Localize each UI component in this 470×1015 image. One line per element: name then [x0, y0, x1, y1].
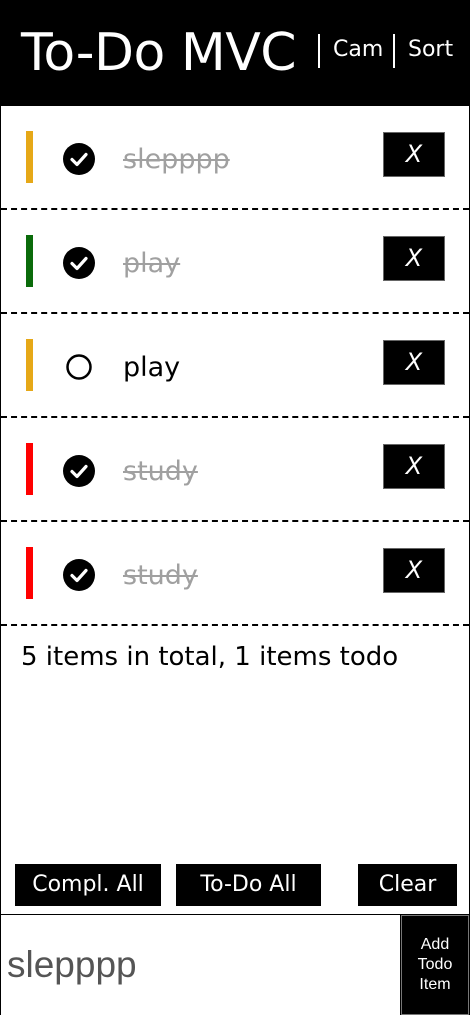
app-header: To-Do MVC Cam Sort [1, 0, 469, 106]
new-todo-bar: Add Todo Item [1, 914, 469, 1015]
add-todo-label-line: Todo [417, 956, 453, 973]
todo-item: play X [1, 210, 469, 314]
todo-item: play X [1, 314, 469, 418]
new-todo-input[interactable] [1, 915, 401, 1015]
todo-item: study X [1, 522, 469, 626]
todo-text[interactable]: play [123, 348, 180, 388]
priority-indicator [26, 547, 33, 599]
check-circle-icon[interactable] [63, 247, 95, 279]
header-divider [318, 34, 320, 68]
delete-button[interactable]: X [383, 340, 445, 385]
todo-list: slepppp X play X play X study X study X [1, 106, 469, 626]
delete-button[interactable]: X [383, 548, 445, 593]
clear-button[interactable]: Clear [358, 864, 457, 906]
priority-indicator [26, 443, 33, 495]
priority-indicator [26, 235, 33, 287]
check-circle-icon[interactable] [63, 455, 95, 487]
check-circle-icon[interactable] [63, 559, 95, 591]
cam-button[interactable]: Cam [333, 36, 383, 64]
todo-text[interactable]: study [123, 556, 198, 596]
todo-text[interactable]: play [123, 244, 180, 284]
priority-indicator [26, 131, 33, 183]
todo-text[interactable]: study [123, 452, 198, 492]
todo-item: slepppp X [1, 106, 469, 210]
delete-button[interactable]: X [383, 236, 445, 281]
add-todo-label: Add Todo Item [418, 935, 453, 995]
circle-outline-icon[interactable] [63, 351, 95, 383]
complete-all-button[interactable]: Compl. All [15, 864, 161, 906]
todo-text[interactable]: slepppp [123, 140, 230, 180]
sort-button[interactable]: Sort [408, 36, 453, 64]
items-summary: 5 items in total, 1 items todo [21, 642, 399, 672]
priority-indicator [26, 339, 33, 391]
page-title: To-Do MVC [21, 23, 297, 83]
check-circle-icon[interactable] [63, 143, 95, 175]
delete-button[interactable]: X [383, 444, 445, 489]
delete-button[interactable]: X [383, 132, 445, 177]
add-todo-button[interactable]: Add Todo Item [401, 915, 469, 1015]
todo-item: study X [1, 418, 469, 522]
todo-app: To-Do MVC Cam Sort slepppp X play X play… [0, 0, 470, 1015]
todo-all-button[interactable]: To-Do All [176, 864, 321, 906]
header-divider [393, 34, 395, 68]
add-todo-label-line: Item [419, 976, 451, 993]
add-todo-label-line: Add [420, 936, 450, 953]
